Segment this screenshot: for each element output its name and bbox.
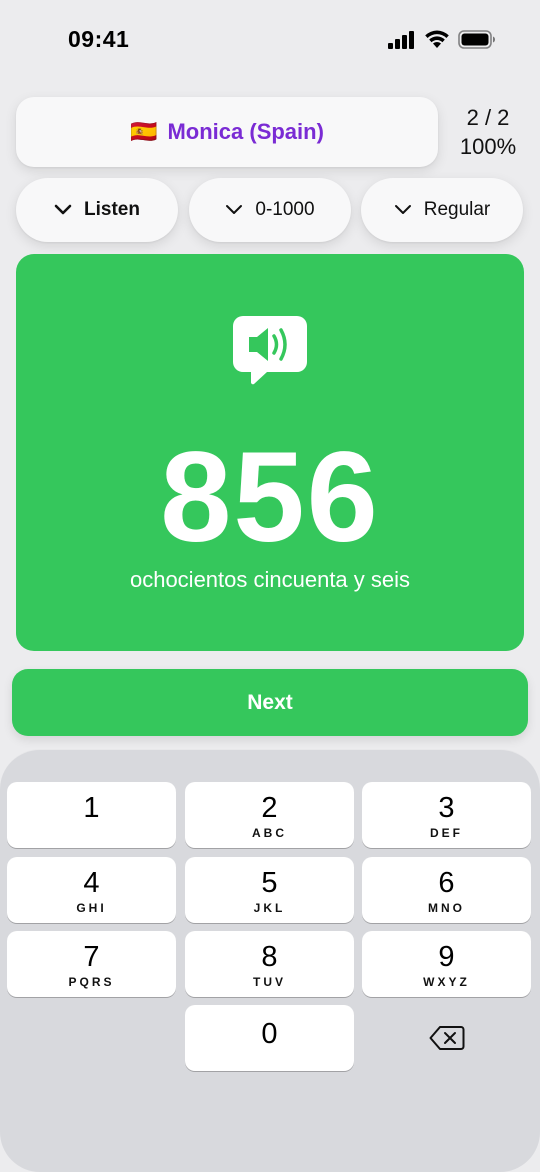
- status-time: 09:41: [68, 26, 130, 52]
- wifi-icon: [425, 30, 449, 48]
- mode-label: Listen: [84, 199, 140, 220]
- key-letters: WXYZ: [423, 975, 470, 989]
- status-icons: [388, 30, 496, 49]
- voice-selector-button[interactable]: 🇪🇸 Monica (Spain): [16, 97, 438, 167]
- key-digit: 7: [83, 941, 100, 973]
- next-button[interactable]: Next: [12, 669, 528, 736]
- chevron-down-icon: [394, 205, 411, 214]
- key-8[interactable]: 8 TUV: [185, 931, 354, 997]
- key-letters: MNO: [428, 901, 465, 915]
- key-digit: 1: [83, 792, 100, 824]
- key-letters: TUV: [253, 975, 286, 989]
- spain-flag-icon: 🇪🇸: [130, 119, 158, 144]
- key-letters: ABC: [252, 826, 287, 840]
- key-digit: 6: [438, 867, 455, 899]
- key-7[interactable]: 7 PQRS: [7, 931, 176, 997]
- voice-name: Monica (Spain): [167, 119, 324, 144]
- speaker-bubble-icon[interactable]: [233, 316, 307, 386]
- backspace-icon: [429, 1026, 464, 1050]
- chevron-down-icon: [226, 205, 243, 214]
- range-dropdown[interactable]: 0-1000: [189, 178, 351, 242]
- key-letters: PQRS: [68, 975, 115, 989]
- speed-label: Regular: [423, 199, 491, 220]
- score-percent: 100%: [459, 134, 517, 159]
- key-6[interactable]: 6 MNO: [362, 857, 531, 923]
- key-0[interactable]: 0: [185, 1005, 354, 1071]
- key-letters: JKL: [253, 901, 286, 915]
- key-9[interactable]: 9 WXYZ: [362, 931, 531, 997]
- mode-dropdown[interactable]: Listen: [16, 178, 178, 242]
- key-letters: DEF: [430, 826, 463, 840]
- key-1[interactable]: 1: [7, 782, 176, 848]
- key-digit: 9: [438, 941, 455, 973]
- key-digit: 5: [261, 867, 278, 899]
- battery-icon: [458, 30, 495, 49]
- number-card: 856 ochocientos cincuenta y seis: [16, 254, 524, 651]
- range-label: 0-1000: [255, 199, 315, 220]
- key-digit: 3: [438, 792, 455, 824]
- cellular-signal-icon: [388, 30, 414, 49]
- number-words: ochocientos cincuenta y seis: [129, 567, 411, 592]
- key-digit: 2: [261, 792, 278, 824]
- score-count: 2 / 2: [466, 105, 510, 130]
- key-3[interactable]: 3 DEF: [362, 782, 531, 848]
- numeric-keypad: 1 2 ABC 3 DEF 4 GHI 5 JKL 6 MNO 7 PQRS 8…: [0, 749, 540, 1172]
- key-digit: 0: [261, 1018, 278, 1050]
- target-number: 856: [160, 426, 380, 569]
- key-digit: 4: [83, 867, 100, 899]
- key-2[interactable]: 2 ABC: [185, 782, 354, 848]
- speed-dropdown[interactable]: Regular: [361, 178, 523, 242]
- key-4[interactable]: 4 GHI: [7, 857, 176, 923]
- score-display: 2 / 2 100%: [452, 104, 524, 162]
- backspace-button[interactable]: [362, 1005, 531, 1071]
- key-letters: GHI: [76, 901, 107, 915]
- key-digit: 8: [261, 941, 278, 973]
- chevron-down-icon: [54, 204, 72, 215]
- key-5[interactable]: 5 JKL: [185, 857, 354, 923]
- status-bar: 09:41: [0, 0, 540, 80]
